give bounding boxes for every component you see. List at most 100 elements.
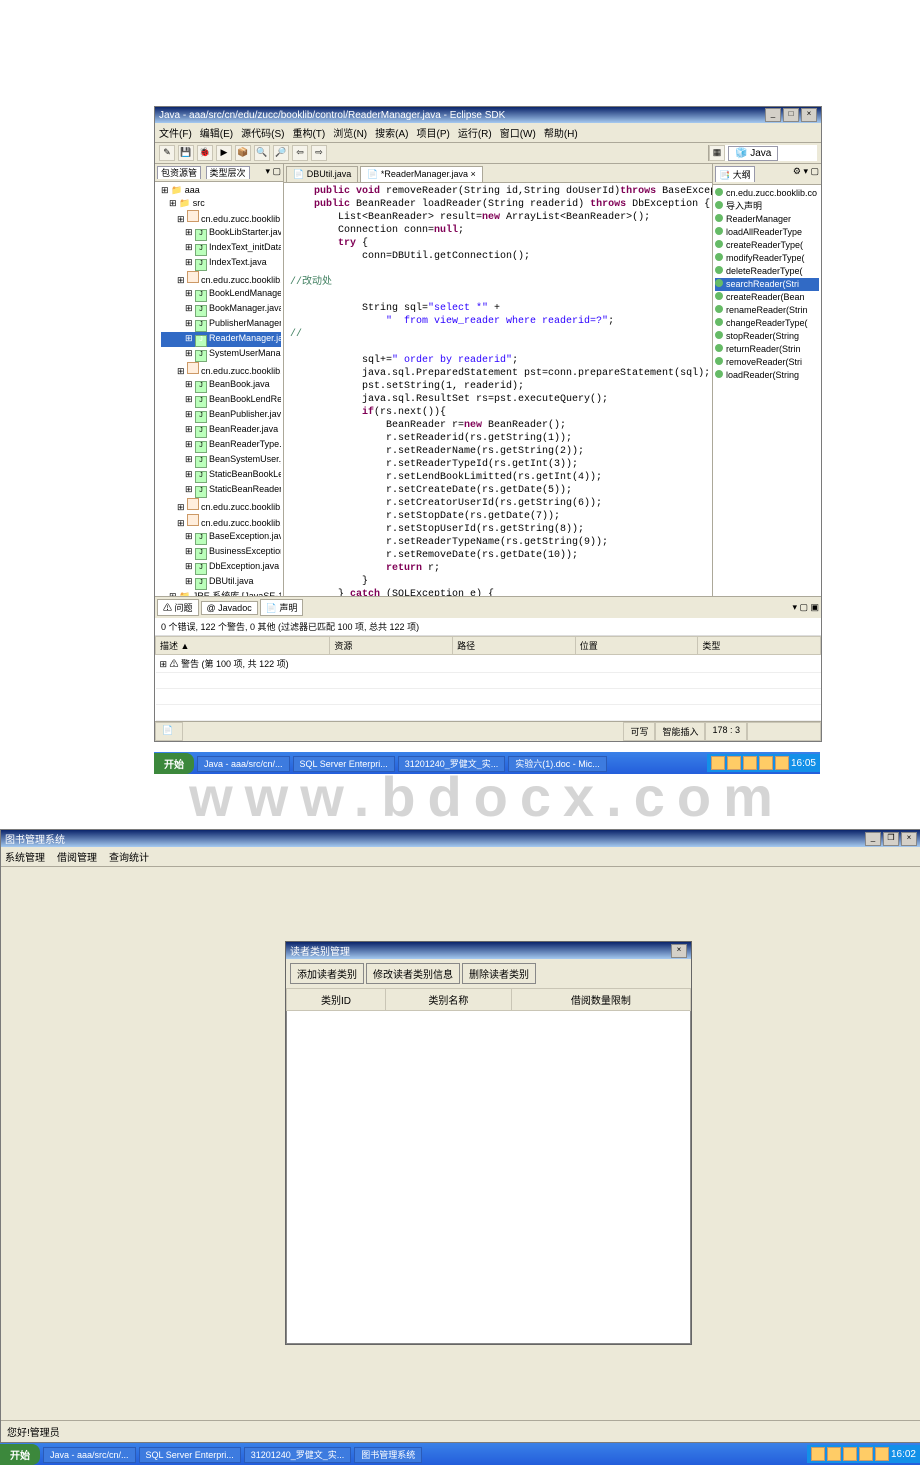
menu-item[interactable]: 项目(P): [416, 129, 449, 140]
editor-tab[interactable]: 📄 *ReaderManager.java ×: [360, 166, 483, 182]
java-perspective-button[interactable]: 🧊 Java: [728, 146, 778, 161]
tree-node[interactable]: ⊞ cn.edu.zucc.booklib.util: [161, 514, 281, 530]
outline-item[interactable]: ReaderManager: [715, 213, 819, 226]
tree-node[interactable]: ⊞ JBeanSystemUser.java: [161, 453, 281, 468]
package-icon[interactable]: 📦: [235, 145, 251, 161]
javadoc-tab[interactable]: @ Javadoc: [201, 601, 258, 615]
tree-node[interactable]: ⊞ JBookManager.java: [161, 302, 281, 317]
editor-tabs[interactable]: 📄 DBUtil.java 📄 *ReaderManager.java ×: [284, 164, 712, 183]
package-explorer-tab[interactable]: 包资源管: [157, 166, 201, 179]
outline-item[interactable]: createReader(Bean: [715, 291, 819, 304]
outline-item[interactable]: createReaderType(: [715, 239, 819, 252]
dialog-button[interactable]: 删除读者类别: [462, 963, 536, 984]
save-icon[interactable]: 💾: [178, 145, 194, 161]
outline-item[interactable]: loadAllReaderType: [715, 226, 819, 239]
outline-item[interactable]: cn.edu.zucc.booklib.co: [715, 187, 819, 200]
tree-node[interactable]: ⊞ JPublisherManager.java: [161, 317, 281, 332]
taskbar-item[interactable]: Java - aaa/src/cn/...: [43, 1447, 136, 1463]
declaration-tab[interactable]: 📄 声明: [260, 599, 304, 616]
outline-item[interactable]: changeReaderType(: [715, 317, 819, 330]
outline-item[interactable]: returnReader(Strin: [715, 343, 819, 356]
tree-node[interactable]: ⊞ cn.edu.zucc.booklib: [161, 210, 281, 226]
restore-icon[interactable]: ❐: [883, 832, 899, 846]
tree-node[interactable]: ⊞ JBeanReader.java: [161, 423, 281, 438]
outline-item[interactable]: 导入声明: [715, 200, 819, 213]
tree-node[interactable]: ⊞ JBeanBook.java: [161, 378, 281, 393]
outline-tab[interactable]: 📑 大纲: [715, 166, 755, 182]
outline-item[interactable]: modifyReaderType(: [715, 252, 819, 265]
reader-type-table-body[interactable]: [286, 1011, 691, 1344]
package-explorer-view[interactable]: 包资源管 类型层次 ▾ ▢ ⊞ 📁 aaa⊞ 📁 src⊞ cn.edu.zuc…: [155, 164, 284, 596]
tray-icon[interactable]: [843, 1447, 857, 1461]
debug-icon[interactable]: 🐞: [197, 145, 213, 161]
tree-node[interactable]: ⊞ JBaseException.java: [161, 530, 281, 545]
outline-item[interactable]: stopReader(String: [715, 330, 819, 343]
search-icon[interactable]: 🔎: [273, 145, 289, 161]
eclipse-titlebar[interactable]: Java - aaa/src/cn/edu/zucc/booklib/contr…: [155, 107, 821, 123]
menu-item[interactable]: 编辑(E): [200, 129, 233, 140]
close-icon[interactable]: ×: [801, 108, 817, 122]
editor-tab[interactable]: 📄 DBUtil.java: [286, 166, 358, 182]
run-icon[interactable]: ▶: [216, 145, 232, 161]
booklib-menubar[interactable]: 系统管理 借阅管理 查询统计: [1, 847, 920, 867]
tree-node[interactable]: ⊞ cn.edu.zucc.booklib.model: [161, 362, 281, 378]
tree-node[interactable]: ⊞ JStaticBeanBookLend.java: [161, 468, 281, 483]
menu-item[interactable]: 借阅管理: [57, 853, 97, 864]
open-perspective-icon[interactable]: ▦: [709, 145, 725, 161]
tree-node[interactable]: ⊞ JSystemUserManager.java: [161, 347, 281, 362]
menu-item[interactable]: 浏览(N): [333, 129, 367, 140]
windows-taskbar-2[interactable]: 开始 Java - aaa/src/cn/...SQL Server Enter…: [0, 1443, 920, 1465]
column-header[interactable]: 类别ID: [287, 989, 386, 1011]
system-tray[interactable]: 16:02: [807, 1445, 920, 1463]
dialog-button[interactable]: 修改读者类别信息: [366, 963, 460, 984]
tray-icon[interactable]: [875, 1447, 889, 1461]
eclipse-toolbar[interactable]: ✎ 💾 🐞 ▶ 📦 🔍 🔎 ⇦ ⇨ ▦ 🧊 Java: [155, 143, 821, 164]
reader-type-dialog[interactable]: 读者类别管理 × 添加读者类别修改读者类别信息删除读者类别 类别ID类别名称借阅…: [285, 941, 692, 1345]
taskbar-item[interactable]: 31201240_罗健文_实...: [244, 1447, 352, 1463]
tray-icon[interactable]: [859, 1447, 873, 1461]
outline-item[interactable]: renameReader(Strin: [715, 304, 819, 317]
tree-node[interactable]: ⊞ 📁 aaa: [161, 184, 281, 197]
new-icon[interactable]: ✎: [159, 145, 175, 161]
minimize-icon[interactable]: _: [865, 832, 881, 846]
dialog-button[interactable]: 添加读者类别: [290, 963, 364, 984]
outline-item[interactable]: loadReader(String: [715, 369, 819, 382]
menu-item[interactable]: 查询统计: [109, 853, 149, 864]
problems-view-menu-icon[interactable]: ▾ ▢ ▣: [792, 602, 819, 613]
menu-item[interactable]: 系统管理: [5, 853, 45, 864]
tree-node[interactable]: ⊞ JBusinessException.java: [161, 545, 281, 560]
outline-item[interactable]: removeReader(Stri: [715, 356, 819, 369]
eclipse-menubar[interactable]: 文件(F)编辑(E)源代码(S)重构(T)浏览(N)搜索(A)项目(P)运行(R…: [155, 123, 821, 143]
tree-node[interactable]: ⊞ JBookLibStarter.java: [161, 226, 281, 241]
warnings-group[interactable]: ⊞ ⚠ 警告 (第 100 项, 共 122 项): [156, 655, 821, 673]
tree-node[interactable]: ⊞ cn.edu.zucc.booklib.control: [161, 271, 281, 287]
maximize-icon[interactable]: □: [783, 108, 799, 122]
tray-icon[interactable]: [827, 1447, 841, 1461]
nav-fwd-icon[interactable]: ⇨: [311, 145, 327, 161]
tree-node[interactable]: ⊞ 📁 JRE 系统库 [JavaSE-1.6]: [161, 590, 281, 596]
column-header[interactable]: 路径: [453, 637, 576, 655]
outline-toolbar-icon[interactable]: ⚙ ▾ ▢: [793, 166, 819, 182]
minimize-icon[interactable]: _: [765, 108, 781, 122]
tree-node[interactable]: ⊞ JBeanBookLendRecord.java: [161, 393, 281, 408]
tray-icon[interactable]: [811, 1447, 825, 1461]
outline-item[interactable]: deleteReaderType(: [715, 265, 819, 278]
problems-tab[interactable]: ⚠ 问题: [157, 599, 199, 616]
booklib-titlebar[interactable]: 图书管理系统 _ ❐ ×: [1, 830, 920, 847]
tree-node[interactable]: ⊞ cn.edu.zucc.booklib.ui: [161, 498, 281, 514]
tree-node[interactable]: ⊞ JReaderManager.java: [161, 332, 281, 347]
menu-item[interactable]: 搜索(A): [375, 129, 408, 140]
start-button[interactable]: 开始: [0, 1444, 40, 1465]
view-menu-icon[interactable]: ▾ ▢: [265, 166, 281, 179]
type-hierarchy-tab[interactable]: 类型层次: [206, 166, 250, 179]
column-header[interactable]: 类型: [698, 637, 821, 655]
problems-view[interactable]: ⚠ 问题 @ Javadoc 📄 声明 ▾ ▢ ▣ 0 个错误, 122 个警告…: [155, 596, 821, 721]
column-header[interactable]: 资源: [330, 637, 453, 655]
taskbar-item[interactable]: 图书管理系统: [354, 1447, 422, 1463]
tree-node[interactable]: ⊞ JBeanReaderType.java: [161, 438, 281, 453]
taskbar-item[interactable]: SQL Server Enterpri...: [139, 1447, 241, 1463]
start-button[interactable]: 开始: [154, 753, 194, 774]
tree-node[interactable]: ⊞ JDBUtil.java: [161, 575, 281, 590]
column-header[interactable]: 位置: [575, 637, 698, 655]
menu-item[interactable]: 重构(T): [292, 129, 325, 140]
